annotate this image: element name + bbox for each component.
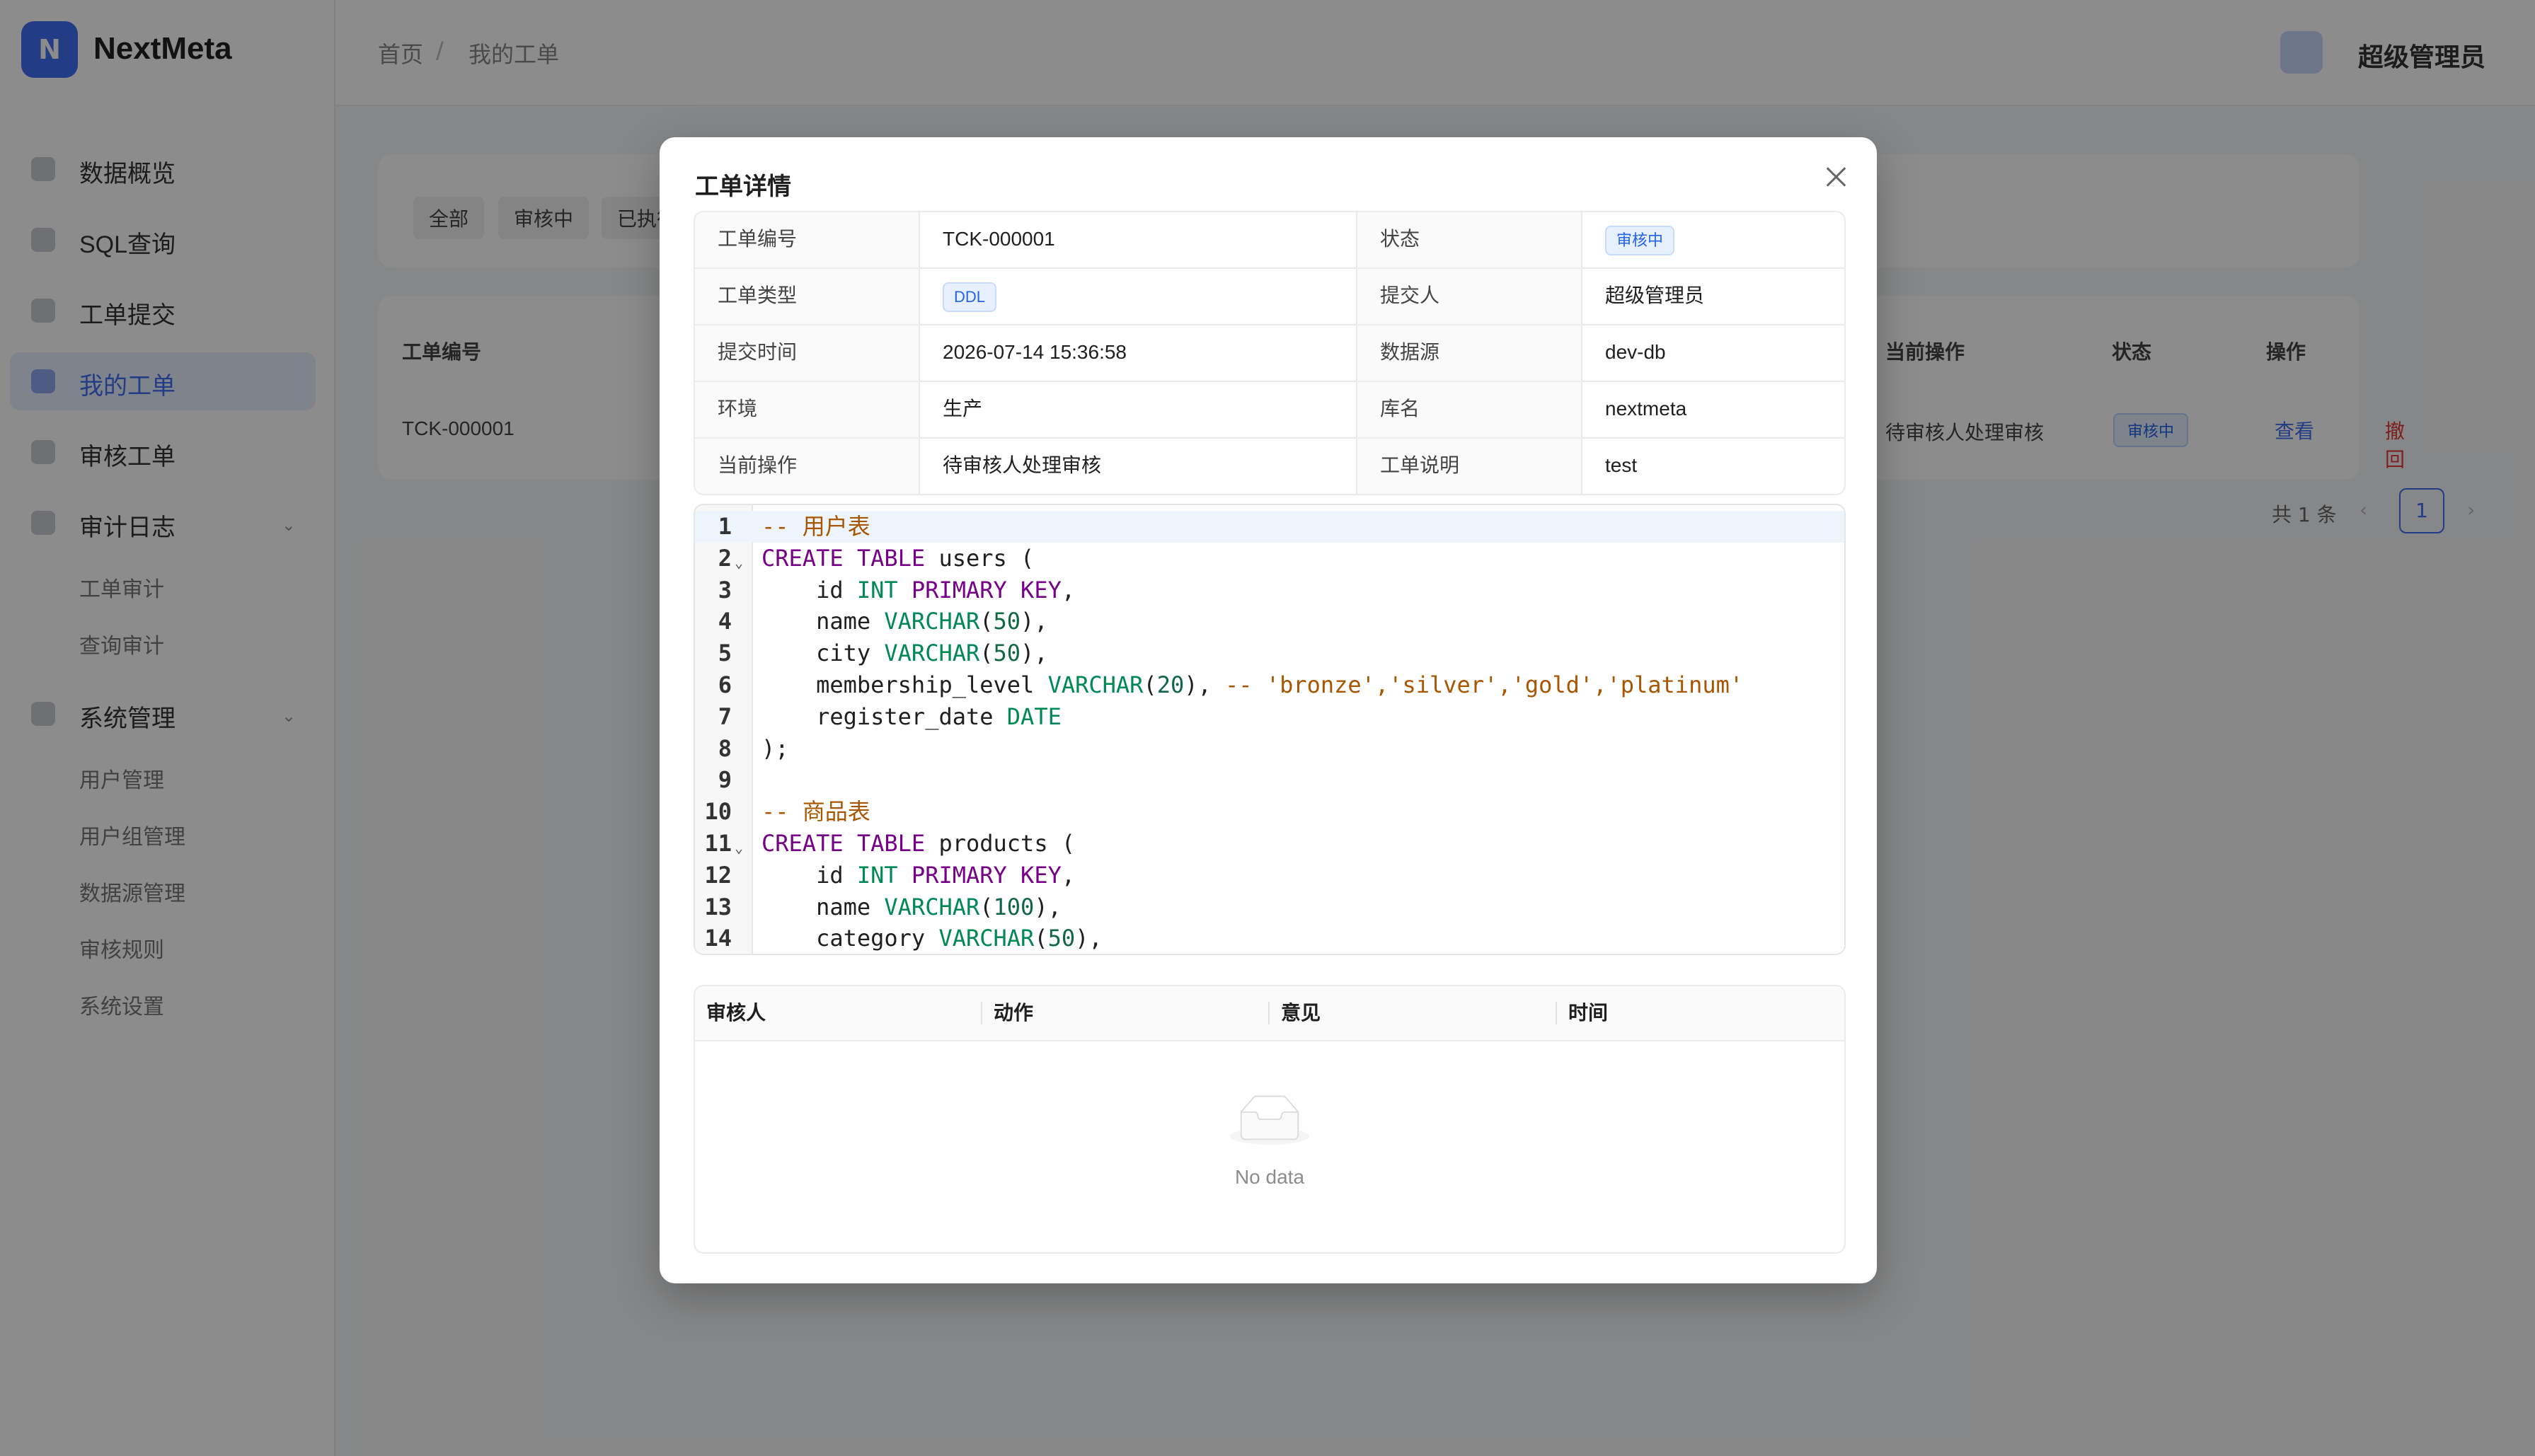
line-number: 9 <box>718 766 732 794</box>
detail-label: 工单类型 <box>695 269 920 324</box>
code-text: register_date DATE <box>761 703 1062 730</box>
code-line: 6 membership_level VARCHAR(20), -- 'bron… <box>695 669 1844 701</box>
line-number: 2 <box>718 544 732 572</box>
code-line: 13 name VARCHAR(100), <box>695 891 1844 923</box>
empty-state-text: No data <box>1234 1166 1305 1188</box>
code-line: 14 category VARCHAR(50), <box>695 923 1844 954</box>
code-text: name VARCHAR(100), <box>761 893 1062 920</box>
code-line: 4 name VARCHAR(50), <box>695 606 1844 637</box>
line-number: 8 <box>718 734 732 762</box>
detail-row: 环境 生产 库名 nextmeta <box>695 382 1844 439</box>
code-line: 7 register_date DATE <box>695 701 1844 733</box>
ticket-details: 工单编号 TCK-000001 状态 审核中 工单类型 DDL 提交人 超级管理… <box>694 211 1846 495</box>
database-name: nextmeta <box>1605 398 1687 420</box>
line-number: 5 <box>718 640 732 667</box>
line-number: 13 <box>704 893 732 920</box>
review-history-table: 审核人 动作 意见 时间 No data <box>694 985 1846 1254</box>
code-text: city VARCHAR(50), <box>761 640 1048 667</box>
detail-value: 审核中 <box>1582 212 1843 267</box>
datasource: dev-db <box>1605 341 1666 363</box>
code-text: id INT PRIMARY KEY, <box>761 861 1076 889</box>
line-number: 11 <box>704 829 732 857</box>
code-line: 11 ⌄ CREATE TABLE products ( <box>695 828 1844 860</box>
detail-label: 库名 <box>1357 382 1582 437</box>
ticket-remark: test <box>1605 454 1638 476</box>
code-line: 12 id INT PRIMARY KEY, <box>695 860 1844 891</box>
code-line: 8); <box>695 733 1844 765</box>
line-number: 1 <box>718 513 732 540</box>
sql-code-editor[interactable]: 1 -- 用户表 2 ⌄ CREATE TABLE users (3 id INT PR… <box>694 504 1846 955</box>
line-number: 4 <box>718 608 732 635</box>
detail-label: 提交人 <box>1357 269 1582 324</box>
line-number: 6 <box>718 671 732 698</box>
detail-row: 当前操作 待审核人处理审核 工单说明 test <box>695 439 1844 494</box>
code-line: 2 ⌄ CREATE TABLE users ( <box>695 543 1844 574</box>
detail-row: 工单编号 TCK-000001 状态 审核中 <box>695 212 1844 269</box>
code-line: 9 <box>695 764 1844 796</box>
environment: 生产 <box>920 382 1357 437</box>
code-text: category VARCHAR(50), <box>761 925 1103 952</box>
code-text: name VARCHAR(50), <box>761 608 1048 635</box>
code-line: 10 -- 商品表 <box>695 796 1844 828</box>
code-text: ); <box>761 734 789 762</box>
submit-time: 2026-07-14 15:36:58 <box>920 325 1357 381</box>
table-header: 审核人 动作 意见 时间 <box>695 986 1844 1041</box>
ticket-number: TCK-000001 <box>920 212 1357 267</box>
detail-row: 工单类型 DDL 提交人 超级管理员 <box>695 269 1844 325</box>
code-text: id INT PRIMARY KEY, <box>761 576 1076 603</box>
line-number: 14 <box>704 925 732 952</box>
line-number: 10 <box>704 798 732 826</box>
ticket-detail-modal: 工单详情 工单编号 TCK-000001 状态 审核中 工单类型 DDL 提交人… <box>660 137 1877 1283</box>
modal-title: 工单详情 <box>695 173 791 200</box>
code-text: -- 用户表 <box>761 513 870 540</box>
detail-value: DDL <box>920 269 1357 324</box>
line-number: 12 <box>704 861 732 889</box>
detail-label: 数据源 <box>1357 325 1582 381</box>
code-text: membership_level VARCHAR(20), -- 'bronze… <box>761 671 1744 698</box>
detail-label: 当前操作 <box>695 439 920 494</box>
column-comment: 意见 <box>1270 986 1557 1040</box>
code-line: 3 id INT PRIMARY KEY, <box>695 574 1844 606</box>
close-icon[interactable] <box>1822 163 1850 191</box>
line-number: 7 <box>718 703 732 730</box>
column-action: 动作 <box>982 986 1270 1040</box>
empty-inbox-icon <box>1230 1095 1309 1145</box>
type-badge: DDL <box>943 282 997 312</box>
code-text: CREATE TABLE products ( <box>761 829 1076 857</box>
column-reviewer: 审核人 <box>695 986 982 1040</box>
current-operation: 待审核人处理审核 <box>920 439 1357 494</box>
detail-label: 状态 <box>1357 212 1582 267</box>
code-line: 1 -- 用户表 <box>695 511 1844 543</box>
code-line: 5 city VARCHAR(50), <box>695 637 1844 669</box>
code-text: -- 商品表 <box>761 798 870 826</box>
detail-label: 提交时间 <box>695 325 920 381</box>
status-badge: 审核中 <box>1605 225 1675 255</box>
line-number: 3 <box>718 576 732 603</box>
detail-row: 提交时间 2026-07-14 15:36:58 数据源 dev-db <box>695 325 1844 382</box>
detail-label: 工单编号 <box>695 212 920 267</box>
code-lines: 1 -- 用户表 2 ⌄ CREATE TABLE users (3 id INT PR… <box>695 511 1844 954</box>
detail-label: 环境 <box>695 382 920 437</box>
submitter: 超级管理员 <box>1605 284 1705 306</box>
detail-label: 工单说明 <box>1357 439 1582 494</box>
code-text: CREATE TABLE users ( <box>761 544 1035 572</box>
column-time: 时间 <box>1568 1002 1609 1024</box>
